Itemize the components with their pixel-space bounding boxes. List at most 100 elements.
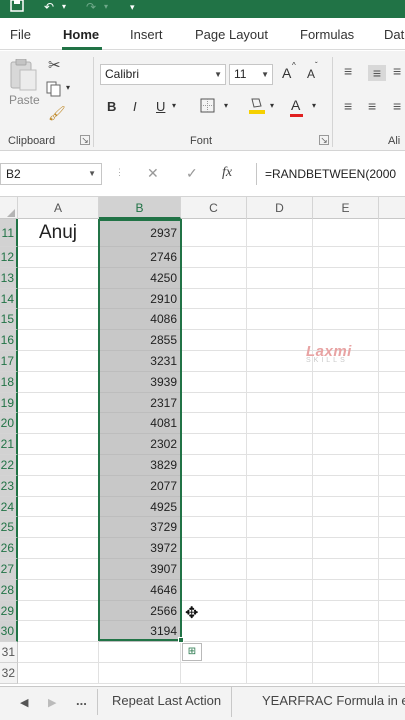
tab-insert[interactable]: Insert (130, 27, 163, 42)
cell-c24[interactable] (181, 496, 247, 518)
row-header[interactable]: 15 (0, 309, 18, 331)
row-header[interactable]: 11 (0, 219, 18, 247)
cell-e14[interactable] (313, 288, 379, 310)
cell-f15[interactable] (379, 309, 405, 331)
font-color-button[interactable]: A (291, 97, 300, 113)
cell-e26[interactable] (313, 538, 379, 559)
cell-d21[interactable] (247, 434, 313, 455)
cell-d28[interactable] (247, 579, 313, 601)
cell-e22[interactable] (313, 455, 379, 476)
cell-e23[interactable] (313, 475, 379, 497)
cell-a30[interactable] (18, 621, 99, 643)
cell-c15[interactable] (181, 309, 247, 331)
cell-a22[interactable] (18, 455, 99, 476)
cell-e15[interactable] (313, 309, 379, 331)
cell-b16[interactable]: 2855 (99, 330, 181, 351)
sheet-tab-yearfrac[interactable]: YEARFRAC Formula in e (252, 687, 405, 717)
cell-b17[interactable]: 3231 (99, 351, 181, 372)
cell-d17[interactable] (247, 351, 313, 372)
column-header-c[interactable]: C (181, 197, 247, 219)
redo-dropdown-icon[interactable]: ▾ (104, 0, 108, 14)
cell-d29[interactable] (247, 600, 313, 622)
column-header-f[interactable] (379, 197, 405, 219)
cell-f11[interactable] (379, 219, 405, 247)
cell-f27[interactable] (379, 559, 405, 580)
italic-button[interactable]: I (133, 99, 137, 114)
cell-f12[interactable] (379, 247, 405, 268)
borders-dropdown-icon[interactable]: ▾ (224, 101, 228, 110)
cell-a27[interactable] (18, 559, 99, 580)
cell-b13[interactable]: 4250 (99, 267, 181, 289)
select-all-button[interactable] (0, 197, 18, 219)
cell-d22[interactable] (247, 455, 313, 476)
cell-c11[interactable] (181, 219, 247, 247)
cell-e18[interactable] (313, 371, 379, 393)
align-bottom-icon[interactable]: ≡ (393, 63, 401, 79)
format-painter-icon[interactable]: 🖌 (48, 105, 66, 122)
cell-d12[interactable] (247, 247, 313, 268)
cell-b20[interactable]: 4081 (99, 413, 181, 435)
cell-c21[interactable] (181, 434, 247, 455)
cell-b22[interactable]: 3829 (99, 455, 181, 476)
cell-b31[interactable] (99, 642, 181, 663)
cell-d27[interactable] (247, 559, 313, 580)
cell-a25[interactable] (18, 517, 99, 539)
borders-icon[interactable] (200, 98, 215, 116)
cell-a18[interactable] (18, 371, 99, 393)
cell-f24[interactable] (379, 497, 405, 518)
row-header[interactable]: 32 (0, 663, 18, 684)
cell-d25[interactable] (247, 517, 313, 539)
row-header[interactable]: 13 (0, 267, 18, 289)
underline-dropdown-icon[interactable]: ▾ (172, 101, 176, 110)
cell-b14[interactable]: 2910 (99, 288, 181, 310)
row-header[interactable]: 26 (0, 538, 18, 559)
row-header[interactable]: 21 (0, 434, 18, 455)
cell-a12[interactable] (18, 247, 99, 268)
cell-d16[interactable] (247, 330, 313, 351)
undo-icon[interactable]: ↶ (44, 0, 54, 14)
cell-a15[interactable] (18, 309, 99, 331)
cell-e32[interactable] (313, 663, 379, 684)
cell-e24[interactable] (313, 496, 379, 518)
cell-e27[interactable] (313, 559, 379, 580)
cell-a24[interactable] (18, 496, 99, 518)
cell-a31[interactable] (18, 642, 99, 663)
cell-f31[interactable] (379, 642, 405, 663)
undo-dropdown-icon[interactable]: ▾ (62, 0, 66, 14)
cell-c30[interactable] (181, 621, 247, 643)
font-color-dropdown-icon[interactable]: ▾ (312, 101, 316, 110)
cell-c18[interactable] (181, 371, 247, 393)
row-header[interactable]: 19 (0, 392, 18, 414)
align-center-icon[interactable]: ≡ (368, 98, 376, 114)
cell-e25[interactable] (313, 517, 379, 539)
tab-home[interactable]: Home (63, 27, 99, 42)
cell-a21[interactable] (18, 434, 99, 455)
cell-a26[interactable] (18, 538, 99, 559)
cell-a17[interactable] (18, 351, 99, 372)
cell-a16[interactable] (18, 330, 99, 351)
cell-e20[interactable] (313, 413, 379, 435)
row-header[interactable]: 17 (0, 351, 18, 372)
cell-f19[interactable] (379, 393, 405, 414)
cell-e30[interactable] (313, 621, 379, 643)
cell-c17[interactable] (181, 351, 247, 372)
cell-a14[interactable] (18, 288, 99, 310)
cell-d30[interactable] (247, 621, 313, 643)
cell-d13[interactable] (247, 267, 313, 289)
cell-f30[interactable] (379, 621, 405, 643)
cell-d11[interactable] (247, 219, 313, 247)
cell-b24[interactable]: 4925 (99, 496, 181, 518)
align-middle-icon[interactable]: ≡ (368, 65, 386, 81)
align-top-icon[interactable]: ≡ (344, 63, 352, 79)
copy-dropdown-icon[interactable]: ▾ (66, 83, 70, 92)
cell-f16[interactable] (379, 330, 405, 351)
copy-icon[interactable] (46, 81, 62, 100)
row-header[interactable]: 31 (0, 642, 18, 663)
name-box[interactable]: B2 ▼ (0, 163, 102, 185)
cancel-icon[interactable]: ✕ (147, 165, 159, 182)
align-right-icon[interactable]: ≡ (393, 98, 401, 114)
row-header[interactable]: 23 (0, 475, 18, 497)
quick-analysis-icon[interactable]: ⊞ (182, 643, 202, 661)
insert-function-icon[interactable]: fx (222, 165, 232, 181)
tab-page-layout[interactable]: Page Layout (195, 27, 268, 42)
